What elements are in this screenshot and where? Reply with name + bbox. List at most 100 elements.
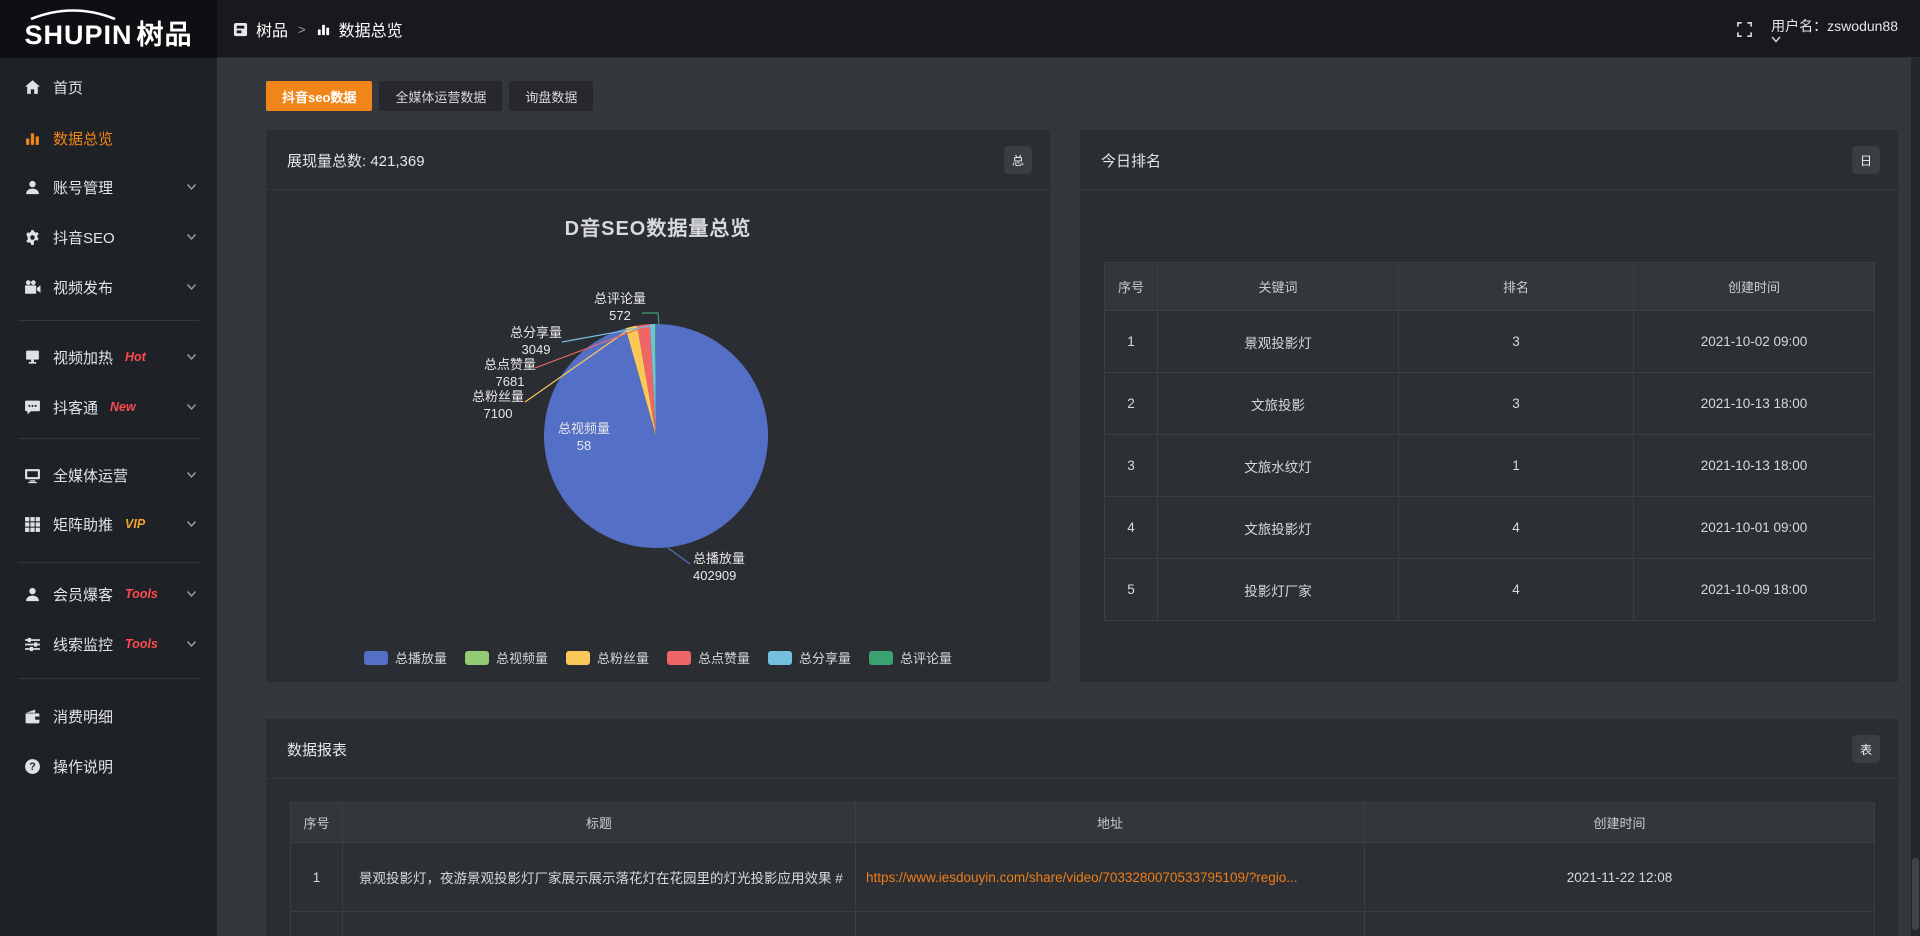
sidebar-item-omnimedia[interactable]: 全媒体运营 [0,458,217,492]
legend-chip [465,651,489,665]
chevron-down-icon [186,591,197,598]
sidebar-item-video-heat[interactable]: 视频加热 Hot [0,340,217,374]
table-row: 3 文旅水纹灯 1 2021-10-13 18:00 [1105,435,1875,497]
chart-legend: 总播放量 总视频量 总粉丝量 总点赞量 总分享量 总评论量 [266,648,1050,667]
report-table: 序号 标题 地址 创建时间 1 景观投影灯，夜游景观投影灯厂家展示展示落花灯在花… [290,802,1875,936]
col-header-created: 创建时间 [1365,803,1875,843]
legend-item-videos[interactable]: 总视频量 [465,648,548,667]
username-dropdown[interactable]: 用户名：zswodun88 [1771,16,1902,43]
pie-chart: D音SEO数据量总览 总评论量572 总分享量3049 总点赞量7681 总粉丝… [266,130,1050,682]
sidebar-item-matrix-boost[interactable]: 矩阵助推 VIP [0,507,217,541]
bar-chart-icon [24,130,41,147]
svg-text:?: ? [29,761,35,773]
logo-text-en: SHUPIN [24,20,132,50]
sidebar-item-member-burst[interactable]: 会员爆客 Tools [0,577,217,611]
pie-label-shares: 总分享量3049 [504,324,568,358]
app-window-icon [233,22,248,37]
video-camera-icon [24,279,41,296]
chevron-down-icon [186,184,197,191]
sidebar-item-douyin-seo[interactable]: 抖音SEO [0,220,217,254]
grid-icon [24,516,41,533]
tab-douyin-seo-data[interactable]: 抖音seo数据 [266,81,372,111]
legend-chip [768,651,792,665]
username-label: 用户名：zswodun88 [1771,18,1898,34]
bar-chart-icon [316,22,331,37]
report-card-header: 数据报表 表 [266,719,1898,779]
logo[interactable]: SHUPIN树品 [0,0,217,58]
wallet-icon [24,708,41,725]
sidebar-divider [18,678,199,679]
day-view-button[interactable]: 日 [1852,146,1880,174]
sidebar-divider [18,562,199,563]
sidebar-item-data-overview[interactable]: 数据总览 [0,121,217,155]
pie-label-fans: 总粉丝量7100 [466,388,530,422]
sidebar-item-label: 数据总览 [53,128,113,149]
table-header-row: 序号 关键词 排名 创建时间 [1105,263,1875,311]
col-header-title: 标题 [343,803,856,843]
label-line-play [668,548,690,564]
table-row [291,912,1875,936]
new-badge: New [110,400,136,414]
fullscreen-icon[interactable] [1736,21,1753,38]
sidebar-item-label: 账号管理 [53,177,113,198]
sidebar-item-label: 视频发布 [53,277,113,298]
table-view-button[interactable]: 表 [1852,735,1880,763]
video-title-cell: 景观投影灯，夜游景观投影灯厂家展示展示落花灯在花园里的灯光投影应用效果 # [343,843,856,912]
tools-badge: Tools [125,587,158,601]
ranking-table: 序号 关键词 排名 创建时间 1 景观投影灯 3 2021-10-02 09:0… [1104,262,1875,621]
member-icon [24,586,41,603]
logo-text-cn: 树品 [137,20,193,50]
sidebar-item-consumption-detail[interactable]: 消费明细 [0,699,217,733]
legend-chip [667,651,691,665]
legend-item-likes[interactable]: 总点赞量 [667,648,750,667]
sidebar-divider [18,320,199,321]
chevron-down-icon [186,404,197,411]
legend-item-plays[interactable]: 总播放量 [364,648,447,667]
table-row: 4 文旅投影灯 4 2021-10-01 09:00 [1105,497,1875,559]
sidebar-item-video-publish[interactable]: 视频发布 [0,270,217,304]
sidebar-divider [18,438,199,439]
legend-item-shares[interactable]: 总分享量 [768,648,851,667]
sidebar: 首页 数据总览 账号管理 抖音SEO 视频发布 视频加热 Hot 抖客通 New… [0,58,217,936]
col-header-url: 地址 [856,803,1365,843]
table-row: 2 文旅投影 3 2021-10-13 18:00 [1105,373,1875,435]
tab-inquiry-data[interactable]: 询盘数据 [509,81,593,111]
home-icon [24,79,41,96]
col-header-keyword: 关键词 [1158,263,1399,311]
table-row: 1 景观投影灯，夜游景观投影灯厂家展示展示落花灯在花园里的灯光投影应用效果 # … [291,843,1875,912]
table-row: 1 景观投影灯 3 2021-10-02 09:00 [1105,311,1875,373]
sidebar-item-home[interactable]: 首页 [0,70,217,104]
scrollbar-thumb[interactable] [1912,858,1919,930]
breadcrumb: 树品 > 数据总览 [233,0,403,58]
sidebar-item-lead-monitor[interactable]: 线索监控 Tools [0,627,217,661]
monitor-icon [24,467,41,484]
sidebar-item-label: 会员爆客 [53,584,113,605]
scrollbar[interactable] [1911,58,1920,936]
sidebar-item-label: 消费明细 [53,706,113,727]
ranking-card-header: 今日排名 日 [1080,130,1898,190]
pie-label-likes: 总点赞量7681 [478,356,542,390]
legend-item-comments[interactable]: 总评论量 [869,648,952,667]
table-row: 5 投影灯厂家 4 2021-10-09 18:00 [1105,559,1875,621]
sidebar-item-label: 视频加热 [53,347,113,368]
pie-label-plays: 总播放量402909 [693,550,783,584]
legend-chip [566,651,590,665]
col-header-rank: 排名 [1399,263,1634,311]
video-url-link[interactable]: https://www.iesdouyin.com/share/video/70… [856,843,1365,912]
tab-omnimedia-data[interactable]: 全媒体运营数据 [379,81,502,111]
chevron-down-icon [186,521,197,528]
chevron-down-icon [186,472,197,479]
chevron-down-icon [186,354,197,361]
report-card-title: 数据报表 [287,739,347,760]
breadcrumb-root[interactable]: 树品 [256,17,288,41]
legend-item-fans[interactable]: 总粉丝量 [566,648,649,667]
hot-badge: Hot [125,350,146,364]
sidebar-item-label: 首页 [53,77,83,98]
sidebar-item-instructions[interactable]: ? 操作说明 [0,749,217,783]
today-ranking-card: 今日排名 日 序号 关键词 排名 创建时间 1 景观投影灯 3 2021-10-… [1080,130,1898,682]
sidebar-item-doukertong[interactable]: 抖客通 New [0,390,217,424]
col-header-no: 序号 [1105,263,1158,311]
pie-label-videos: 总视频量58 [552,420,616,454]
legend-chip [364,651,388,665]
sidebar-item-account-mgmt[interactable]: 账号管理 [0,170,217,204]
